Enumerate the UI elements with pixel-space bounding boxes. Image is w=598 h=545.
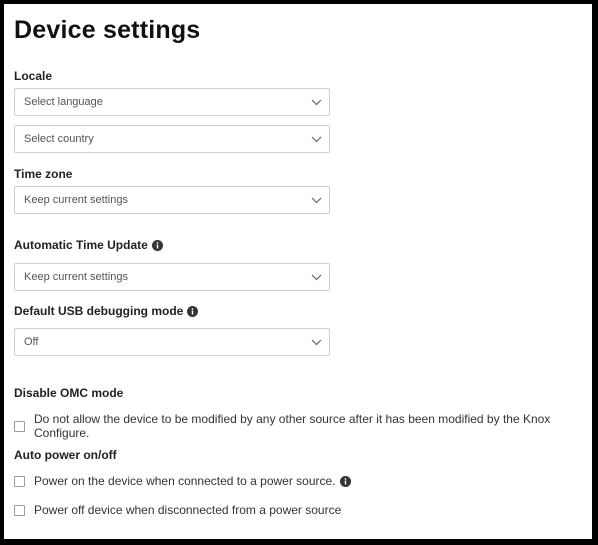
auto-time-update-label: Automatic Time Update xyxy=(14,238,163,252)
country-select[interactable]: Select country xyxy=(14,125,330,153)
power-on-option[interactable]: Power on the device when connected to a … xyxy=(14,474,351,488)
chevron-down-icon xyxy=(311,339,322,346)
chevron-down-icon xyxy=(311,136,322,143)
power-off-checkbox[interactable] xyxy=(14,504,25,516)
auto-power-label: Auto power on/off xyxy=(14,448,117,462)
time-zone-select[interactable]: Keep current settings xyxy=(14,186,330,214)
power-off-option[interactable]: Power off device when disconnected from … xyxy=(14,503,341,517)
locale-label: Locale xyxy=(14,69,53,83)
language-select[interactable]: Select language xyxy=(14,88,330,116)
auto-time-update-select[interactable]: Keep current settings xyxy=(14,263,330,291)
power-on-checkbox[interactable] xyxy=(14,475,25,487)
usb-debugging-select[interactable]: Off xyxy=(14,328,330,356)
info-icon[interactable] xyxy=(151,239,163,251)
time-zone-label: Time zone xyxy=(14,167,73,181)
chevron-down-icon xyxy=(311,197,322,204)
info-icon[interactable] xyxy=(339,475,351,487)
device-settings-panel: Device settings Locale Select language S… xyxy=(4,4,592,539)
info-icon[interactable] xyxy=(187,305,199,317)
omc-mode-label: Disable OMC mode xyxy=(14,386,124,400)
page-title: Device settings xyxy=(14,16,201,44)
omc-mode-option[interactable]: Do not allow the device to be modified b… xyxy=(14,412,592,440)
chevron-down-icon xyxy=(311,274,322,281)
chevron-down-icon xyxy=(311,99,322,106)
usb-debugging-label: Default USB debugging mode xyxy=(14,304,199,318)
omc-mode-checkbox[interactable] xyxy=(14,420,25,432)
